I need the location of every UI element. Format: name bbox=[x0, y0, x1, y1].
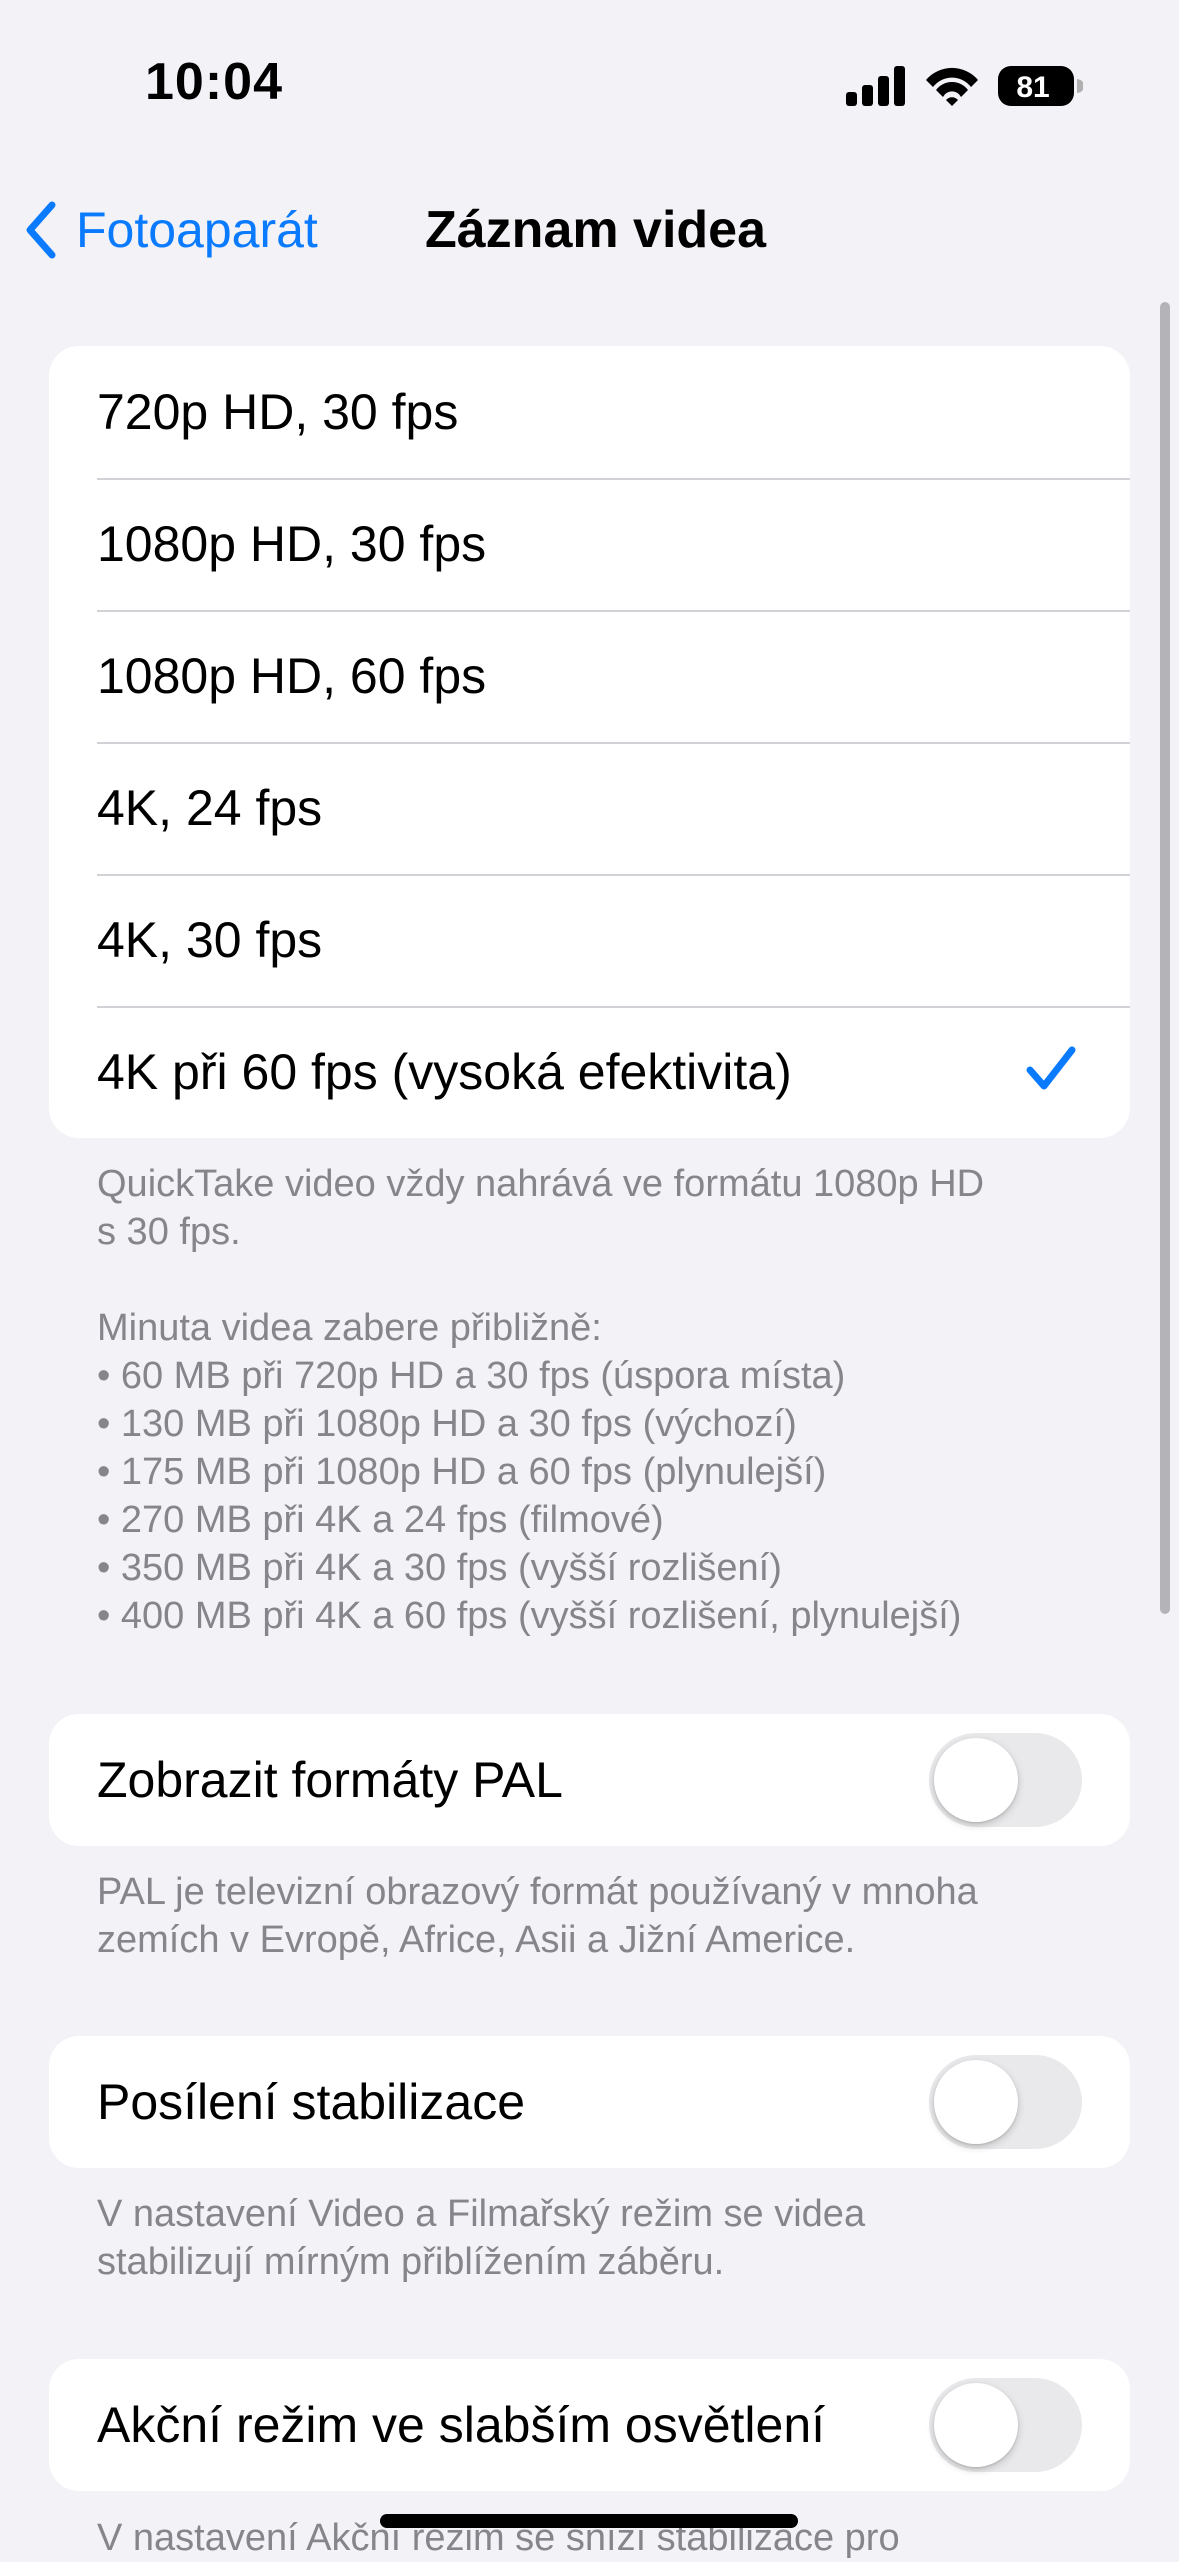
toggle-knob bbox=[934, 2383, 1018, 2467]
video-format-footer: QuickTake video vždy nahrává ve formátu … bbox=[97, 1160, 1087, 1640]
footer-list-item: • 400 MB při 4K a 60 fps (vyšší rozlišen… bbox=[97, 1595, 962, 1637]
footer-list-item: • 350 MB při 4K a 30 fps (vyšší rozlišen… bbox=[97, 1547, 782, 1589]
toggle-knob bbox=[934, 2060, 1018, 2144]
back-button[interactable]: Fotoaparát bbox=[24, 192, 318, 268]
format-option-label: 4K, 24 fps bbox=[97, 780, 323, 836]
back-button-label: Fotoaparát bbox=[76, 202, 318, 258]
footer-list-item: • 270 MB při 4K a 24 fps (filmové) bbox=[97, 1499, 664, 1541]
battery-level: 81 bbox=[1016, 71, 1049, 104]
footer-text: V nastavení Video a Filmařský režim se v… bbox=[97, 2193, 866, 2235]
format-option-label: 1080p HD, 60 fps bbox=[97, 648, 487, 704]
pal-footer: PAL je televizní obrazový formát používa… bbox=[97, 1868, 1087, 1964]
status-bar: 10:04 81 bbox=[0, 0, 1179, 170]
pal-formats-row: Zobrazit formáty PAL bbox=[49, 1714, 1130, 1846]
stabilization-toggle[interactable] bbox=[929, 2055, 1082, 2149]
footer-text: s 30 fps. bbox=[97, 1211, 241, 1253]
pal-formats-group: Zobrazit formáty PAL bbox=[49, 1714, 1130, 1846]
footer-text: stabilizují mírným přiblížením záběru. bbox=[97, 2241, 725, 2283]
format-option-720p-30[interactable]: 720p HD, 30 fps bbox=[49, 346, 1130, 478]
footer-text: PAL je televizní obrazový formát používa… bbox=[97, 1871, 978, 1913]
action-mode-row: Akční režim ve slabším osvětlení bbox=[49, 2359, 1130, 2491]
pal-formats-toggle[interactable] bbox=[929, 1733, 1082, 1827]
pal-formats-label: Zobrazit formáty PAL bbox=[97, 1752, 563, 1808]
format-option-label: 1080p HD, 30 fps bbox=[97, 516, 487, 572]
footer-list-item: • 130 MB při 1080p HD a 30 fps (výchozí) bbox=[97, 1403, 797, 1445]
stabilization-label: Posílení stabilizace bbox=[97, 2074, 526, 2130]
toggle-knob bbox=[934, 1738, 1018, 1822]
wifi-icon bbox=[926, 67, 978, 106]
checkmark-icon bbox=[1026, 1046, 1076, 1090]
footer-list-item: • 60 MB při 720p HD a 30 fps (úspora mís… bbox=[97, 1355, 846, 1397]
format-option-1080p-60[interactable]: 1080p HD, 60 fps bbox=[49, 610, 1130, 742]
video-format-list: 720p HD, 30 fps 1080p HD, 30 fps 1080p H… bbox=[49, 346, 1130, 1138]
footer-text: Minuta videa zabere přibližně: bbox=[97, 1307, 602, 1349]
footer-text: zemích v Evropě, Africe, Asii a Jižní Am… bbox=[97, 1919, 856, 1961]
stabilization-row: Posílení stabilizace bbox=[49, 2036, 1130, 2168]
battery-icon: 81 bbox=[998, 66, 1083, 106]
action-mode-toggle[interactable] bbox=[929, 2378, 1082, 2472]
status-icons: 81 bbox=[846, 66, 1083, 106]
format-option-label: 4K, 30 fps bbox=[97, 912, 323, 968]
cellular-signal-icon bbox=[846, 66, 905, 106]
format-option-1080p-30[interactable]: 1080p HD, 30 fps bbox=[49, 478, 1130, 610]
action-mode-label: Akční režim ve slabším osvětlení bbox=[97, 2397, 826, 2453]
navigation-bar: Fotoaparát Záznam videa bbox=[0, 170, 1179, 290]
format-option-4k-24[interactable]: 4K, 24 fps bbox=[49, 742, 1130, 874]
format-option-4k-30[interactable]: 4K, 30 fps bbox=[49, 874, 1130, 1006]
stabilization-group: Posílení stabilizace bbox=[49, 2036, 1130, 2168]
format-option-4k-60-selected[interactable]: 4K při 60 fps (vysoká efektivita) bbox=[49, 1006, 1130, 1138]
format-option-label: 720p HD, 30 fps bbox=[97, 384, 459, 440]
action-mode-group: Akční režim ve slabším osvětlení bbox=[49, 2359, 1130, 2491]
chevron-left-icon bbox=[26, 201, 56, 259]
page-title: Záznam videa bbox=[425, 201, 767, 259]
scrollbar[interactable] bbox=[1160, 302, 1170, 1614]
footer-text: QuickTake video vždy nahrává ve formátu … bbox=[97, 1163, 985, 1205]
footer-list-item: • 175 MB při 1080p HD a 60 fps (plynulej… bbox=[97, 1451, 827, 1493]
status-time: 10:04 bbox=[145, 53, 283, 111]
home-indicator[interactable] bbox=[380, 2514, 798, 2528]
format-option-label: 4K při 60 fps (vysoká efektivita) bbox=[97, 1044, 792, 1100]
stabilization-footer: V nastavení Video a Filmařský režim se v… bbox=[97, 2190, 1087, 2286]
